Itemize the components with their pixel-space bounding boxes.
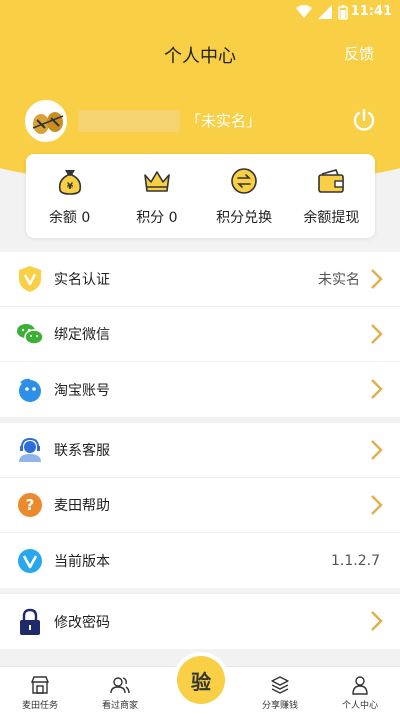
avatar[interactable] <box>25 100 67 142</box>
tab-label: 分享赚钱 <box>261 701 298 711</box>
stat-points[interactable]: 积分 0 <box>113 154 200 238</box>
status-bar: 11:41 <box>0 0 400 24</box>
person-icon <box>352 676 368 695</box>
row-label: 当前版本 <box>54 553 110 570</box>
row-customer-service[interactable]: 联系客服 <box>0 423 400 478</box>
signal-icon <box>318 5 332 19</box>
stat-label: 余额 0 <box>48 210 91 226</box>
row-label: 绑定微信 <box>54 327 110 343</box>
exchange-icon <box>231 168 257 194</box>
status-time: 11:41 <box>350 4 392 19</box>
battery-icon <box>338 5 348 20</box>
store-icon <box>30 676 50 694</box>
row-change-password[interactable]: 修改密码 <box>0 594 400 649</box>
row-label: 麦田帮助 <box>54 498 110 514</box>
users-icon <box>110 677 130 694</box>
stat-balance[interactable]: ¥ 余额 0 <box>26 154 113 238</box>
page-title: 个人中心 <box>164 46 236 67</box>
stat-withdraw[interactable]: 余额提现 <box>288 154 375 238</box>
row-label: 淘宝账号 <box>54 382 110 399</box>
row-help[interactable]: ? 麦田帮助 <box>0 478 400 533</box>
layers-icon <box>271 676 289 694</box>
chevron-right-icon <box>371 611 383 631</box>
svg-text:¥: ¥ <box>66 182 73 192</box>
row-value: 1.1.2.7 <box>331 552 380 569</box>
center-verify-button[interactable]: 验 <box>173 652 229 708</box>
money-bag-icon: ¥ <box>58 170 81 195</box>
wallet-icon <box>318 169 345 193</box>
username-masked <box>78 110 180 132</box>
customer-service-icon <box>15 435 45 465</box>
verified-v-icon <box>15 264 45 294</box>
chevron-right-icon <box>371 324 383 344</box>
stat-label: 余额提现 <box>303 210 360 226</box>
stat-label: 积分兑换 <box>216 210 273 226</box>
chevron-right-icon <box>371 379 383 399</box>
chevron-right-icon <box>371 495 383 515</box>
stats-card: ¥ 余额 0 积分 0 积分兑换 余额提现 <box>26 154 375 238</box>
tab-share-earn[interactable]: 分享赚钱 <box>240 667 320 714</box>
row-version: 当前版本 1.1.2.7 <box>0 533 400 588</box>
realname-status: 「未实名」 <box>186 112 262 130</box>
tab-tasks[interactable]: 麦田任务 <box>0 667 80 714</box>
list-group-support: 联系客服 ? 麦田帮助 当前版本 1.1.2.7 <box>0 423 400 588</box>
crown-icon <box>144 171 170 192</box>
taobao-icon <box>15 375 45 405</box>
stat-points-exchange[interactable]: 积分兑换 <box>201 154 288 238</box>
tab-label: 看过商家 <box>101 701 138 711</box>
list-group-account: 实名认证 未实名 绑定微信 淘宝账号 <box>0 252 400 417</box>
stat-label: 积分 0 <box>136 210 178 226</box>
row-label: 实名认证 <box>54 272 110 288</box>
svg-text:?: ? <box>26 496 35 514</box>
tab-viewed-merchants[interactable]: 看过商家 <box>80 667 160 714</box>
tab-label: 个人中心 <box>341 701 378 711</box>
chevron-right-icon <box>371 269 383 289</box>
chevron-right-icon <box>371 440 383 460</box>
profile-page: 11:41 个人中心 反馈 「未实名」 ¥ 余额 0 积分 0 积分兑换 余额提… <box>0 0 400 714</box>
row-value: 未实名 <box>318 272 360 288</box>
tab-profile[interactable]: 个人中心 <box>320 667 400 714</box>
help-question-icon: ? <box>15 490 45 520</box>
row-label: 修改密码 <box>54 614 110 631</box>
row-label: 联系客服 <box>54 443 110 459</box>
feedback-button[interactable]: 反馈 <box>344 43 374 64</box>
wifi-icon <box>296 5 312 18</box>
row-bind-wechat[interactable]: 绑定微信 <box>0 307 400 362</box>
tab-label: 麦田任务 <box>21 701 58 711</box>
lock-icon <box>15 607 45 637</box>
wechat-icon <box>15 319 45 349</box>
power-icon[interactable] <box>352 108 376 132</box>
row-taobao-account[interactable]: 淘宝账号 <box>0 362 400 417</box>
list-group-security: 修改密码 <box>0 594 400 649</box>
row-realname-verify[interactable]: 实名认证 未实名 <box>0 252 400 307</box>
version-v-icon <box>15 546 45 576</box>
center-verify-label: 验 <box>177 656 225 704</box>
status-icons <box>296 5 348 20</box>
